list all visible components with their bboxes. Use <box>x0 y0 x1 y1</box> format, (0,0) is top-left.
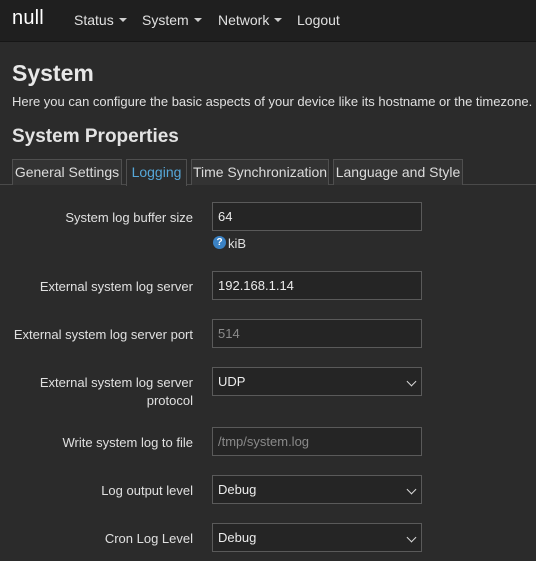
log-buffer-size-label: System log buffer size <box>65 210 193 225</box>
section-title: System Properties <box>12 126 179 147</box>
chevron-down-icon <box>406 376 417 387</box>
page-title: System <box>12 60 94 86</box>
log-server-input[interactable]: 192.168.1.14 <box>212 271 422 300</box>
tab-general-settings[interactable]: General Settings <box>12 159 122 185</box>
nav-network-menu[interactable]: Network <box>218 12 283 28</box>
question-circle-icon[interactable]: ? <box>213 236 226 249</box>
tab-language-and-style[interactable]: Language and Style <box>333 159 463 185</box>
cron-log-level-label: Cron Log Level <box>104 531 193 546</box>
nav-network-label: Network <box>218 12 270 28</box>
cron-log-level-value: Debug <box>218 530 257 545</box>
chevron-down-icon <box>406 532 417 543</box>
brand-logo[interactable]: null <box>12 7 44 30</box>
chevron-down-icon <box>274 18 283 23</box>
nav-status-label: Status <box>74 12 114 28</box>
log-server-protocol-value: UDP <box>218 374 246 389</box>
chevron-down-icon <box>193 18 202 23</box>
log-buffer-size-input[interactable]: 64 <box>212 202 422 231</box>
log-server-label: External system log server <box>39 279 193 294</box>
log-buffer-size-unit: kiB <box>228 236 247 251</box>
nav-system-label: System <box>142 12 189 28</box>
cron-log-level-select[interactable]: Debug <box>212 523 422 552</box>
chevron-down-icon <box>118 18 127 23</box>
nav-system-menu[interactable]: System <box>142 12 202 28</box>
log-output-level-label: Log output level <box>101 483 193 498</box>
log-file-label: Write system log to file <box>62 435 193 450</box>
log-output-level-value: Debug <box>218 482 257 497</box>
log-file-input[interactable]: /tmp/system.log <box>212 427 422 456</box>
nav-logout-link[interactable]: Logout <box>297 12 340 28</box>
log-server-protocol-label: External system log server protocol <box>39 375 193 408</box>
chevron-down-icon <box>406 484 417 495</box>
page-description: Here you can configure the basic aspects… <box>12 94 533 109</box>
tab-logging[interactable]: Logging <box>126 159 187 186</box>
log-server-port-input[interactable]: 514 <box>212 319 422 348</box>
log-output-level-select[interactable]: Debug <box>212 475 422 504</box>
log-server-protocol-select[interactable]: UDP <box>212 367 422 396</box>
nav-status-menu[interactable]: Status <box>74 12 127 28</box>
log-server-port-label: External system log server port <box>13 327 193 342</box>
top-navbar: null Status System Network Logout <box>0 0 536 42</box>
tab-time-synchronization[interactable]: Time Synchronization <box>191 159 329 185</box>
